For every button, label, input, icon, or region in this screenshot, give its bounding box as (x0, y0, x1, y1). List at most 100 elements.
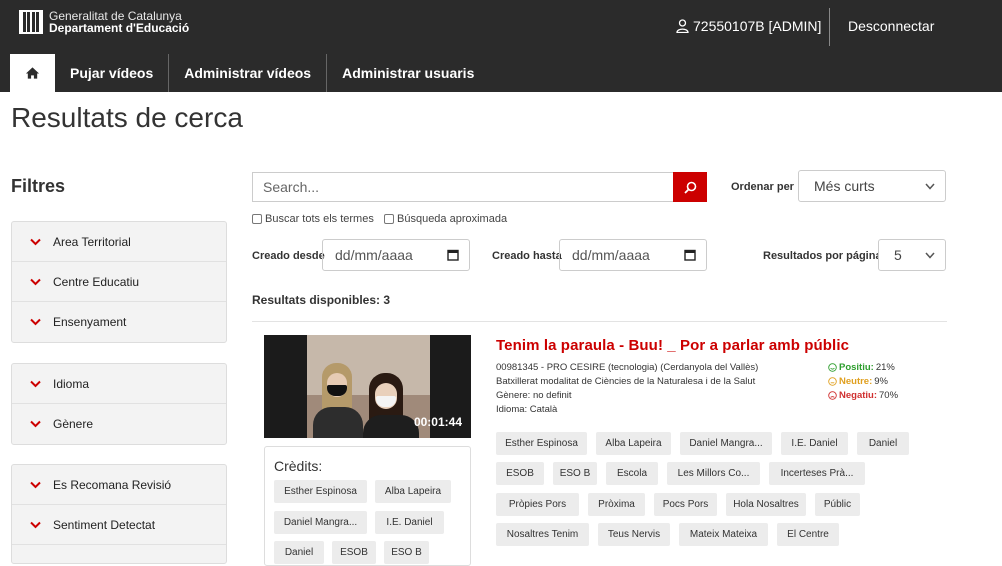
keyword-tag[interactable]: Incerteses Prà... (769, 462, 865, 485)
keyword-tag[interactable]: Pocs Pors (654, 493, 717, 516)
chevron-down-icon (30, 278, 41, 285)
keyword-tag[interactable]: Alba Lapeira (596, 432, 671, 455)
user-icon (676, 19, 689, 33)
keyword-tag[interactable]: Teus Nervis (598, 523, 670, 546)
credit-tag[interactable]: ESO B (384, 541, 429, 564)
sentiment-positive: Positiu: 21% (828, 362, 895, 373)
page-title: Resultats de cerca (11, 102, 243, 133)
search-button[interactable] (673, 172, 707, 202)
credit-tag[interactable]: ESOB (332, 541, 376, 564)
sentiment-neutral: Neutre: 9% (828, 376, 888, 387)
department-name: Departament d'Educació (49, 21, 190, 35)
filter-label: Sentiment Detectat (53, 517, 156, 532)
filter-label: Idioma (53, 376, 90, 391)
keyword-tag[interactable]: Daniel Mangra... (680, 432, 772, 455)
filter-group-content: Idioma Gènere (11, 363, 227, 445)
all-terms-checkbox[interactable]: Buscar tots els termes (252, 213, 374, 225)
nav-manage-videos[interactable]: Administrar vídeos (169, 54, 328, 92)
chevron-down-icon (30, 420, 41, 428)
per-page-value: 5 (894, 247, 902, 263)
keyword-tag[interactable]: ESO B (553, 462, 597, 485)
filter-ensenyament[interactable]: Ensenyament (12, 302, 226, 342)
calendar-icon[interactable] (447, 249, 459, 261)
keyword-tag[interactable]: Daniel (857, 432, 909, 455)
user-account[interactable]: 72550107B [ADMIN] (676, 18, 821, 34)
results-count: Resultats disponibles: 3 (252, 293, 391, 307)
keyword-tag[interactable]: Pròxima (588, 493, 645, 516)
search-icon (683, 181, 696, 194)
filter-genere[interactable]: Gènere (12, 404, 226, 444)
chevron-down-icon (30, 380, 41, 387)
keyword-tag[interactable]: Escola (606, 462, 658, 485)
order-select[interactable]: Més curts (798, 170, 946, 202)
generalitat-emblem-icon (19, 10, 43, 34)
order-label: Ordenar per (731, 181, 794, 193)
chevron-down-icon (30, 318, 41, 326)
approx-search-checkbox[interactable]: Búsqueda aproximada (384, 213, 507, 225)
positive-value: 21% (875, 362, 895, 373)
filter-label: Es Recomana Revisió (53, 477, 172, 492)
filter-group-review: Es Recomana Revisió Sentiment Detectat (11, 464, 227, 564)
filter-idioma[interactable]: Idioma (12, 364, 226, 404)
filter-label: Ensenyament (53, 315, 127, 329)
generalitat-logo[interactable]: Generalitat de Catalunya Departament d'E… (19, 10, 189, 34)
home-icon (25, 67, 40, 79)
result-course: Batxillerat modalitat de Ciències de la … (496, 376, 756, 387)
nav-home-tab[interactable] (10, 54, 55, 92)
per-page-label: Resultados por página: (763, 250, 886, 262)
keyword-tag[interactable]: Mateix Mateixa (679, 523, 768, 546)
credit-tag[interactable]: I.E. Daniel (375, 511, 444, 534)
filter-recomana-revisio[interactable]: Es Recomana Revisió (12, 465, 226, 505)
main-nav: Pujar vídeos Administrar vídeos Administ… (10, 54, 489, 92)
from-date-input[interactable]: dd/mm/aaaa (322, 239, 470, 271)
video-duration: 00:01:44 (413, 415, 462, 429)
filters-title: Filtres (11, 176, 66, 196)
chevron-down-icon (30, 481, 41, 488)
all-terms-label: Buscar tots els termes (265, 213, 374, 225)
keyword-tag[interactable]: I.E. Daniel (781, 432, 848, 455)
to-date-label: Creado hasta (492, 250, 562, 262)
logout-link[interactable]: Desconnectar (848, 18, 934, 34)
to-date-input[interactable]: dd/mm/aaaa (559, 239, 707, 271)
sentiment-negative: Negatiu: 70% (828, 390, 898, 401)
keyword-tag[interactable]: El Centre (777, 523, 839, 546)
nav-manage-users[interactable]: Administrar usuaris (327, 54, 489, 92)
credit-tag[interactable]: Daniel Mangra... (274, 511, 367, 534)
per-page-select[interactable]: 5 (878, 239, 946, 271)
neutral-face-icon (828, 377, 837, 386)
positive-label: Positiu: (839, 362, 874, 373)
filter-area-territorial[interactable]: Area Territorial (12, 222, 226, 262)
keyword-tag[interactable]: Nosaltres Tenim (496, 523, 589, 546)
credits-panel: Crèdits: Esther Espinosa Alba Lapeira Da… (264, 446, 471, 566)
order-value: Més curts (814, 178, 875, 194)
frown-icon (828, 391, 837, 400)
smile-icon (828, 363, 837, 372)
checkbox-box[interactable] (252, 214, 262, 224)
filter-sentiment-detectat[interactable]: Sentiment Detectat (12, 505, 226, 545)
video-thumbnail[interactable]: 00:01:44 (264, 335, 471, 438)
filter-label: Area Territorial (53, 234, 131, 249)
calendar-icon[interactable] (684, 249, 696, 261)
result-genre: Gènere: no definit (496, 390, 572, 401)
keyword-tag[interactable]: Públic (815, 493, 860, 516)
from-date-placeholder: dd/mm/aaaa (335, 247, 413, 263)
filter-group-location: Area Territorial Centre Educatiu Ensenya… (11, 221, 227, 343)
result-center: 00981345 - PRO CESIRE (tecnologia) (Cerd… (496, 362, 759, 373)
result-language: Idioma: Català (496, 404, 558, 415)
keyword-tag[interactable]: ESOB (496, 462, 544, 485)
keyword-tag[interactable]: Pròpies Pors (496, 493, 579, 516)
header-divider (829, 8, 830, 46)
filter-centre-educatiu[interactable]: Centre Educatiu (12, 262, 226, 302)
approx-search-label: Búsqueda aproximada (397, 213, 508, 225)
chevron-down-icon (925, 183, 935, 190)
search-input[interactable] (252, 172, 673, 202)
credit-tag[interactable]: Esther Espinosa (274, 480, 367, 503)
keyword-tag[interactable]: Hola Nosaltres (726, 493, 806, 516)
checkbox-box[interactable] (384, 214, 394, 224)
credit-tag[interactable]: Alba Lapeira (375, 480, 451, 503)
nav-upload-videos[interactable]: Pujar vídeos (55, 54, 170, 92)
credit-tag[interactable]: Daniel (274, 541, 324, 564)
keyword-tag[interactable]: Les Millors Co... (667, 462, 760, 485)
keyword-tag[interactable]: Esther Espinosa (496, 432, 587, 455)
result-title-link[interactable]: Tenim la paraula - Buu! _ Por a parlar a… (496, 337, 849, 354)
